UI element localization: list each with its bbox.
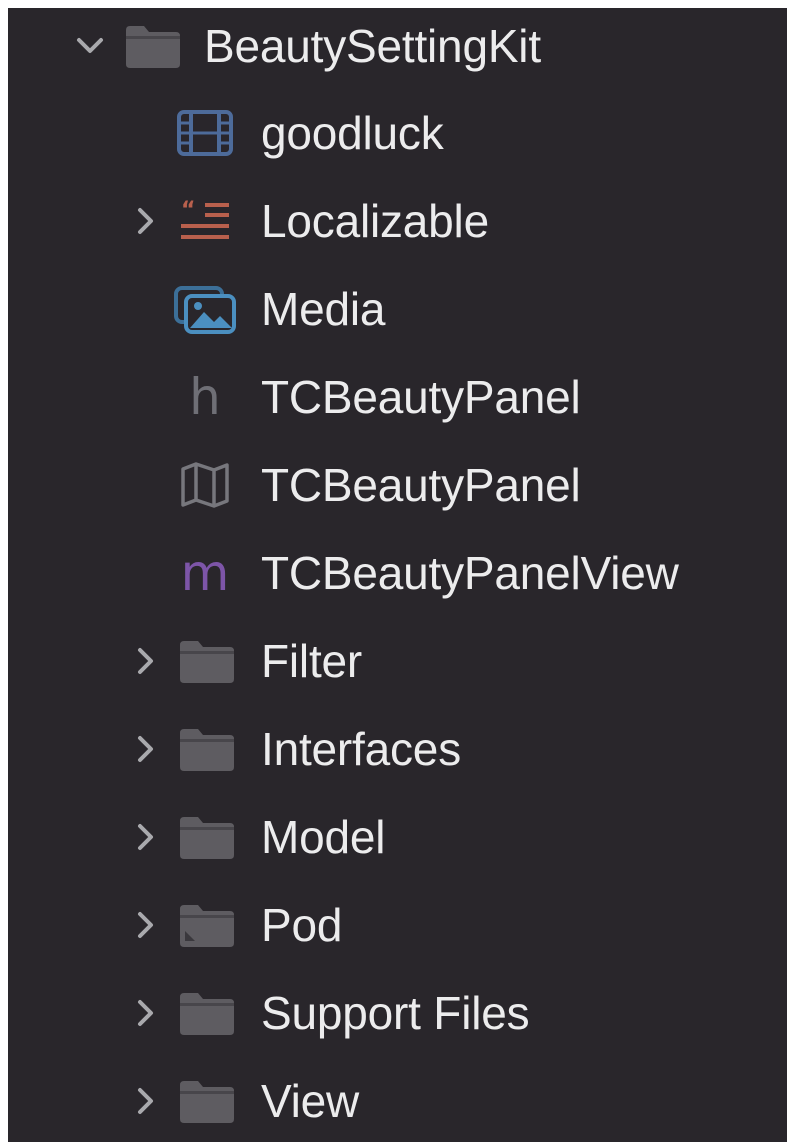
file-row-label: Localizable — [261, 195, 489, 247]
strings-file-icon: “ — [172, 177, 238, 265]
file-row-localizable[interactable]: “ Localizable — [8, 177, 787, 265]
project-navigator: BeautySettingKit goodluck “ Localizable … — [8, 8, 787, 1142]
chevron-down-icon[interactable] — [70, 2, 110, 90]
svg-text:“: “ — [181, 198, 195, 223]
navigator-row-beautysettingkit[interactable]: BeautySettingKit — [8, 2, 787, 90]
folder-icon — [174, 793, 240, 881]
folder-row-label: Model — [261, 811, 386, 863]
file-row-media[interactable]: Media — [8, 265, 787, 353]
folder-row-support-files[interactable]: Support Files — [8, 969, 787, 1057]
folder-row-model[interactable]: Model — [8, 793, 787, 881]
folder-row-label: Pod — [261, 899, 343, 951]
file-row-label: TCBeautyPanel — [261, 371, 581, 423]
pod-folder-icon — [174, 881, 240, 969]
folder-row-label: Interfaces — [261, 723, 461, 775]
file-row-label: TCBeautyPanel — [261, 459, 581, 511]
chevron-right-icon[interactable] — [126, 177, 166, 265]
chevron-right-icon[interactable] — [126, 881, 166, 969]
file-row-label: TCBeautyPanelView — [261, 547, 679, 599]
folder-row-pod[interactable]: Pod — [8, 881, 787, 969]
folder-icon — [174, 969, 240, 1057]
chevron-right-icon[interactable] — [126, 969, 166, 1057]
map-file-icon — [172, 441, 238, 529]
chevron-right-icon[interactable] — [126, 705, 166, 793]
folder-icon — [174, 1057, 240, 1145]
folder-row-view[interactable]: View — [8, 1057, 787, 1145]
asset-catalog-icon — [172, 265, 238, 353]
file-row-goodluck[interactable]: goodluck — [8, 89, 787, 177]
file-row-tcbeautypanel-map[interactable]: TCBeautyPanel — [8, 441, 787, 529]
folder-row-label: Support Files — [261, 987, 530, 1039]
file-row-label: Media — [261, 283, 386, 335]
folder-row-label: Filter — [261, 635, 363, 687]
video-file-icon — [172, 89, 238, 177]
folder-icon — [174, 705, 240, 793]
navigator-row-label: BeautySettingKit — [204, 20, 541, 72]
chevron-right-icon[interactable] — [126, 1057, 166, 1145]
folder-row-interfaces[interactable]: Interfaces — [8, 705, 787, 793]
folder-icon — [174, 617, 240, 705]
chevron-right-icon[interactable] — [126, 617, 166, 705]
folder-icon — [120, 2, 186, 90]
chevron-right-icon[interactable] — [126, 793, 166, 881]
header-file-icon: h — [189, 368, 221, 426]
file-row-tcbeautypanelview[interactable]: m TCBeautyPanelView — [8, 529, 787, 617]
folder-row-filter[interactable]: Filter — [8, 617, 787, 705]
file-row-label: goodluck — [261, 107, 444, 159]
folder-row-label: View — [261, 1075, 360, 1127]
file-row-tcbeautypanel-header[interactable]: h TCBeautyPanel — [8, 353, 787, 441]
objc-file-icon: m — [180, 544, 230, 602]
